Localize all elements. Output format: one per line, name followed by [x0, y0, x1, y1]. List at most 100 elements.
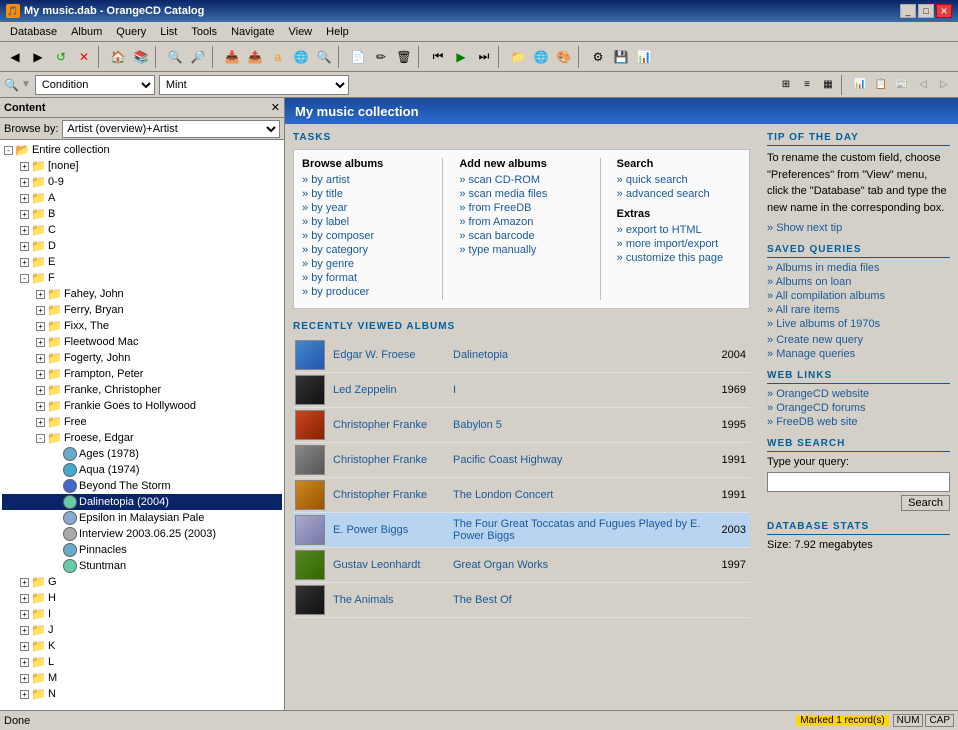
browse-link[interactable]: by category: [302, 244, 426, 256]
tree-toggle[interactable]: -: [20, 274, 29, 283]
forward-button[interactable]: ▶: [27, 46, 49, 68]
close-button[interactable]: ✕: [936, 4, 952, 18]
add-link[interactable]: from Amazon: [459, 216, 583, 228]
tree-toggle[interactable]: +: [20, 578, 29, 587]
tree-toggle[interactable]: +: [20, 178, 29, 187]
browse-link[interactable]: by genre: [302, 258, 426, 270]
menu-list[interactable]: List: [154, 25, 183, 39]
album-row[interactable]: Christopher Franke The London Concert 19…: [293, 478, 750, 513]
tree-toggle[interactable]: +: [36, 322, 45, 331]
minimize-button[interactable]: _: [900, 4, 916, 18]
browse-link[interactable]: by title: [302, 188, 426, 200]
tree-item[interactable]: +📁0-9: [2, 174, 282, 190]
scan-button[interactable]: 🔍: [313, 46, 335, 68]
album-artist-cell[interactable]: Christopher Franke: [329, 443, 449, 478]
tree-toggle[interactable]: +: [20, 626, 29, 635]
folder-button[interactable]: 📁: [507, 46, 529, 68]
tree-item[interactable]: +📁E: [2, 254, 282, 270]
browse-link[interactable]: by composer: [302, 230, 426, 242]
album-title-cell[interactable]: Dalinetopia: [449, 338, 710, 373]
media-button[interactable]: 💾: [610, 46, 632, 68]
album-artist-cell[interactable]: Gustav Leonhardt: [329, 548, 449, 583]
show-next-tip-link[interactable]: Show next tip: [767, 222, 950, 234]
prev-button[interactable]: ⏮: [427, 46, 449, 68]
tree-item[interactable]: +📁Fleetwood Mac: [2, 334, 282, 350]
saved-query-link[interactable]: Albums in media files: [767, 262, 950, 274]
tree-toggle[interactable]: +: [36, 370, 45, 379]
tree-item[interactable]: +📁Fogerty, John: [2, 350, 282, 366]
tree-item[interactable]: +📁Ferry, Bryan: [2, 302, 282, 318]
saved-query-link[interactable]: All rare items: [767, 304, 950, 316]
album-row[interactable]: Christopher Franke Pacific Coast Highway…: [293, 443, 750, 478]
filter-icon-b[interactable]: 📋: [871, 75, 891, 95]
extras-link[interactable]: customize this page: [617, 252, 741, 264]
browse-select[interactable]: Artist (overview)+Artist: [62, 120, 280, 138]
tree-item[interactable]: +📁A: [2, 190, 282, 206]
content-close-icon[interactable]: ✕: [271, 101, 280, 114]
add-link[interactable]: scan media files: [459, 188, 583, 200]
view-button[interactable]: 🔍: [164, 46, 186, 68]
tree-item[interactable]: +📁B: [2, 206, 282, 222]
delete-button[interactable]: 🗑: [393, 46, 415, 68]
color-button[interactable]: 🎨: [553, 46, 575, 68]
browse-link[interactable]: by format: [302, 272, 426, 284]
browse-link[interactable]: by label: [302, 216, 426, 228]
tree-toggle[interactable]: +: [36, 418, 45, 427]
menu-tools[interactable]: Tools: [185, 25, 223, 39]
browse-link[interactable]: by producer: [302, 286, 426, 298]
search-button[interactable]: 🔎: [187, 46, 209, 68]
album-title-cell[interactable]: I: [449, 373, 710, 408]
tree-item[interactable]: Aqua (1974): [2, 462, 282, 478]
tree-item[interactable]: +📁Frampton, Peter: [2, 366, 282, 382]
album-title-cell[interactable]: Great Organ Works: [449, 548, 710, 583]
add-button[interactable]: 📄: [347, 46, 369, 68]
tree-item[interactable]: +📁Free: [2, 414, 282, 430]
tree-item[interactable]: +📁L: [2, 654, 282, 670]
web-link[interactable]: OrangeCD website: [767, 388, 950, 400]
web-button[interactable]: 🌐: [290, 46, 312, 68]
tree-toggle[interactable]: +: [36, 290, 45, 299]
saved-query-link[interactable]: All compilation albums: [767, 290, 950, 302]
add-link[interactable]: scan barcode: [459, 230, 583, 242]
extras-link[interactable]: more import/export: [617, 238, 741, 250]
stop-button[interactable]: ✕: [73, 46, 95, 68]
extras-link[interactable]: export to HTML: [617, 224, 741, 236]
tree-item[interactable]: +📁Fahey, John: [2, 286, 282, 302]
tree-item[interactable]: -📂Entire collection: [2, 142, 282, 158]
tree-toggle[interactable]: +: [20, 642, 29, 651]
album-artist-cell[interactable]: Edgar W. Froese: [329, 338, 449, 373]
album-row[interactable]: The Animals The Best Of: [293, 583, 750, 618]
web-link[interactable]: OrangeCD forums: [767, 402, 950, 414]
album-row[interactable]: Led Zeppelin I 1969: [293, 373, 750, 408]
extra-button[interactable]: 📊: [633, 46, 655, 68]
tree-item[interactable]: Pinnacles: [2, 542, 282, 558]
back-button[interactable]: ◀: [4, 46, 26, 68]
tree-item[interactable]: +📁Franke, Christopher: [2, 382, 282, 398]
tree-toggle[interactable]: +: [20, 258, 29, 267]
saved-query-link[interactable]: Albums on loan: [767, 276, 950, 288]
album-artist-cell[interactable]: Christopher Franke: [329, 478, 449, 513]
tree-toggle[interactable]: +: [36, 386, 45, 395]
web-search-button[interactable]: Search: [901, 495, 950, 511]
saved-query-extra-link[interactable]: Manage queries: [767, 348, 950, 360]
album-row[interactable]: Edgar W. Froese Dalinetopia 2004: [293, 338, 750, 373]
tree-item[interactable]: +📁N: [2, 686, 282, 702]
tree-item[interactable]: +📁G: [2, 574, 282, 590]
filter-icon-a[interactable]: 📊: [850, 75, 870, 95]
menu-view[interactable]: View: [282, 25, 318, 39]
tree-item[interactable]: +📁Frankie Goes to Hollywood: [2, 398, 282, 414]
browse-link[interactable]: by year: [302, 202, 426, 214]
tree-toggle[interactable]: +: [20, 162, 29, 171]
tree-toggle[interactable]: +: [36, 402, 45, 411]
add-link[interactable]: from FreeDB: [459, 202, 583, 214]
tree-toggle[interactable]: +: [20, 658, 29, 667]
album-title-cell[interactable]: Babylon 5: [449, 408, 710, 443]
saved-query-extra-link[interactable]: Create new query: [767, 334, 950, 346]
tree-toggle[interactable]: +: [20, 594, 29, 603]
search-link[interactable]: advanced search: [617, 188, 741, 200]
album-title-cell[interactable]: The Best Of: [449, 583, 710, 618]
menu-help[interactable]: Help: [320, 25, 355, 39]
mint-select[interactable]: Mint: [159, 75, 349, 95]
tree-item[interactable]: +📁J: [2, 622, 282, 638]
album-artist-cell[interactable]: Led Zeppelin: [329, 373, 449, 408]
